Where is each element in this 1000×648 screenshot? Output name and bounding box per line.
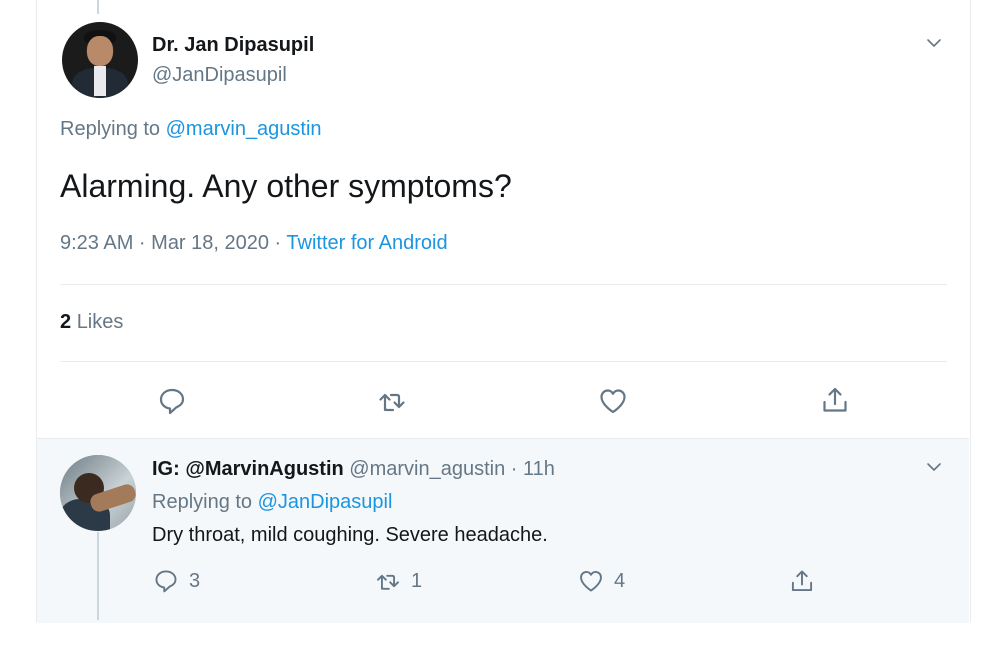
retweet-icon (377, 574, 399, 590)
tweet-text: Alarming. Any other symptoms? (60, 168, 512, 204)
divider (60, 284, 947, 285)
reply-icon (155, 570, 177, 593)
divider (60, 361, 947, 362)
replying-to-prefix: Replying to (60, 118, 161, 140)
heart-icon (600, 389, 626, 414)
source-link[interactable]: Twitter for Android (286, 232, 447, 254)
thread-line-top (97, 0, 99, 14)
reply-count: 3 (189, 569, 201, 592)
reply-replying-prefix: Replying to (152, 491, 253, 513)
reply-button[interactable] (157, 386, 187, 416)
chevron-down-icon[interactable] (926, 35, 942, 51)
likes-stat[interactable]: 2 Likes (60, 311, 123, 334)
reply-like-button[interactable]: 4 (578, 567, 625, 595)
reply-reply-button[interactable]: 3 (153, 567, 200, 595)
share-icon (791, 570, 813, 592)
reply-avatar[interactable] (60, 455, 136, 531)
avatar[interactable] (62, 22, 138, 98)
likes-label: Likes (76, 311, 124, 333)
replying-to-link[interactable]: @marvin_agustin (166, 118, 322, 140)
like-count: 4 (614, 569, 626, 592)
reply-replying-link[interactable]: @JanDipasupil (258, 491, 393, 513)
like-button[interactable] (598, 386, 628, 416)
author-handle[interactable]: @JanDipasupil (152, 64, 287, 87)
reply-retweet-button[interactable]: 1 (375, 567, 422, 595)
tweet-meta: 9:23 AM · Mar 18, 2020 · Twitter for And… (60, 232, 448, 255)
reply-text: Dry throat, mild coughing. Severe headac… (152, 524, 548, 546)
retweet-count: 1 (411, 569, 423, 592)
reply-author-name[interactable]: IG: @MarvinAgustin (152, 458, 344, 480)
timestamp[interactable]: 9:23 AM · Mar 18, 2020 · (60, 232, 286, 254)
likes-count: 2 (60, 311, 72, 333)
reply-author-handle[interactable]: @marvin_agustin · 11h (349, 458, 555, 480)
retweet-button[interactable] (377, 386, 407, 416)
share-button[interactable] (820, 385, 850, 415)
thread-line (97, 532, 99, 620)
heart-icon (580, 570, 602, 592)
reply-icon (159, 388, 185, 415)
chevron-down-icon[interactable] (926, 459, 942, 475)
share-icon (823, 387, 847, 412)
reply-replying-to: Replying to @JanDipasupil (152, 491, 392, 514)
retweet-icon (379, 393, 405, 412)
reply-author[interactable]: IG: @MarvinAgustin @marvin_agustin · 11h (152, 458, 555, 481)
replying-to: Replying to @marvin_agustin (60, 118, 322, 141)
reply-share-button[interactable] (789, 567, 815, 595)
author-name[interactable]: Dr. Jan Dipasupil (152, 34, 314, 57)
